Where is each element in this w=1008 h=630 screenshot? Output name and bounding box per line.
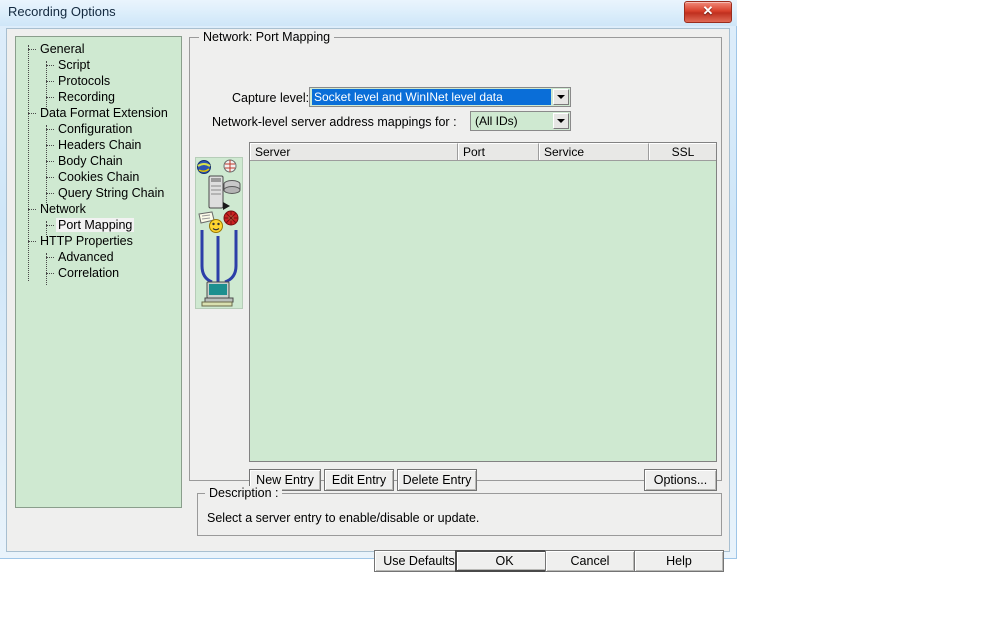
sidebar-item-label: HTTP Properties <box>40 234 133 248</box>
sidebar-item-recording[interactable]: Recording <box>16 89 181 105</box>
column-header-port[interactable]: Port <box>458 143 539 160</box>
sidebar-item-label: Advanced <box>58 250 114 264</box>
sidebar-item-general[interactable]: General <box>16 41 181 57</box>
server-address-mappings-combobox[interactable]: (All IDs) <box>470 111 571 131</box>
close-icon: ✕ <box>702 3 714 18</box>
close-button[interactable]: ✕ <box>684 1 732 23</box>
sidebar-item-configuration[interactable]: Configuration <box>16 121 181 137</box>
sidebar-item-correlation[interactable]: Correlation <box>16 265 181 281</box>
chevron-down-icon[interactable] <box>553 113 569 129</box>
edit-entry-button[interactable]: Edit Entry <box>324 469 394 491</box>
sidebar-item-label: Query String Chain <box>58 186 165 200</box>
sidebar-item-label: Recording <box>58 90 115 104</box>
window-title: Recording Options <box>8 4 116 19</box>
network-topology-illustration <box>195 157 243 309</box>
sidebar-item-advanced[interactable]: Advanced <box>16 249 181 265</box>
cancel-button[interactable]: Cancel <box>545 550 635 572</box>
sidebar-item-label: Network <box>40 202 86 216</box>
sidebar-item-protocols[interactable]: Protocols <box>16 73 181 89</box>
sidebar-item-label: Protocols <box>58 74 111 88</box>
dialog-client-area: General Script Protocols Recording Data … <box>6 28 730 572</box>
sidebar-item-cookies-chain[interactable]: Cookies Chain <box>16 169 181 185</box>
ok-button[interactable]: OK <box>455 550 554 572</box>
chevron-down-icon[interactable] <box>553 89 569 105</box>
delete-entry-button[interactable]: Delete Entry <box>397 469 477 491</box>
sidebar-item-label: Cookies Chain <box>58 170 140 184</box>
column-header-service[interactable]: Service <box>539 143 649 160</box>
sidebar-item-label: Configuration <box>58 122 133 136</box>
options-button[interactable]: Options... <box>644 469 717 491</box>
server-address-mappings-label: Network-level server address mappings fo… <box>212 115 457 129</box>
user-icon <box>209 219 223 233</box>
sidebar-item-body-chain[interactable]: Body Chain <box>16 153 181 169</box>
sidebar-item-script[interactable]: Script <box>16 57 181 73</box>
network-links <box>200 230 238 284</box>
capture-level-combobox[interactable]: Socket level and WinINet level data <box>309 87 571 107</box>
sidebar-item-http-properties[interactable]: HTTP Properties <box>16 233 181 249</box>
column-header-server[interactable]: Server <box>250 143 458 160</box>
port-mapping-list[interactable]: Server Port Service SSL <box>249 142 717 462</box>
sidebar-item-label: General <box>40 42 85 56</box>
sidebar-item-label: Script <box>58 58 90 72</box>
description-group-title: Description : <box>205 486 283 500</box>
sidebar-item-port-mapping[interactable]: Port Mapping <box>16 217 181 233</box>
options-tree[interactable]: General Script Protocols Recording Data … <box>15 36 182 508</box>
title-bar[interactable]: Recording Options ✕ <box>0 0 737 26</box>
sidebar-item-label: Headers Chain <box>58 138 142 152</box>
sidebar-item-data-format-extension[interactable]: Data Format Extension <box>16 105 181 121</box>
list-body-empty[interactable] <box>250 161 716 461</box>
column-header-ssl[interactable]: SSL <box>649 143 716 160</box>
capture-level-label: Capture level: <box>232 91 310 105</box>
help-button[interactable]: Help <box>634 550 724 572</box>
description-text: Select a server entry to enable/disable … <box>207 511 480 525</box>
capture-level-value: Socket level and WinINet level data <box>312 89 551 105</box>
sidebar-item-label: Body Chain <box>58 154 123 168</box>
computer-icon <box>201 281 234 307</box>
use-defaults-button[interactable]: Use Defaults <box>374 550 464 572</box>
sidebar-item-label: Port Mapping <box>56 218 135 232</box>
database-icon <box>223 180 241 194</box>
sidebar-item-label: Data Format Extension <box>40 106 168 120</box>
list-header-row: Server Port Service SSL <box>250 143 716 161</box>
server-address-mappings-value: (All IDs) <box>475 114 518 128</box>
globe-icon <box>197 160 211 174</box>
globe-icon <box>223 159 237 173</box>
network-port-mapping-group-title: Network: Port Mapping <box>199 30 335 44</box>
sidebar-item-label: Correlation <box>58 266 120 280</box>
settings-icon <box>223 210 239 226</box>
recording-options-window: Recording Options ✕ General Script Proto… <box>0 0 737 572</box>
sidebar-item-query-string-chain[interactable]: Query String Chain <box>16 185 181 201</box>
sidebar-item-headers-chain[interactable]: Headers Chain <box>16 137 181 153</box>
sidebar-item-network[interactable]: Network <box>16 201 181 217</box>
